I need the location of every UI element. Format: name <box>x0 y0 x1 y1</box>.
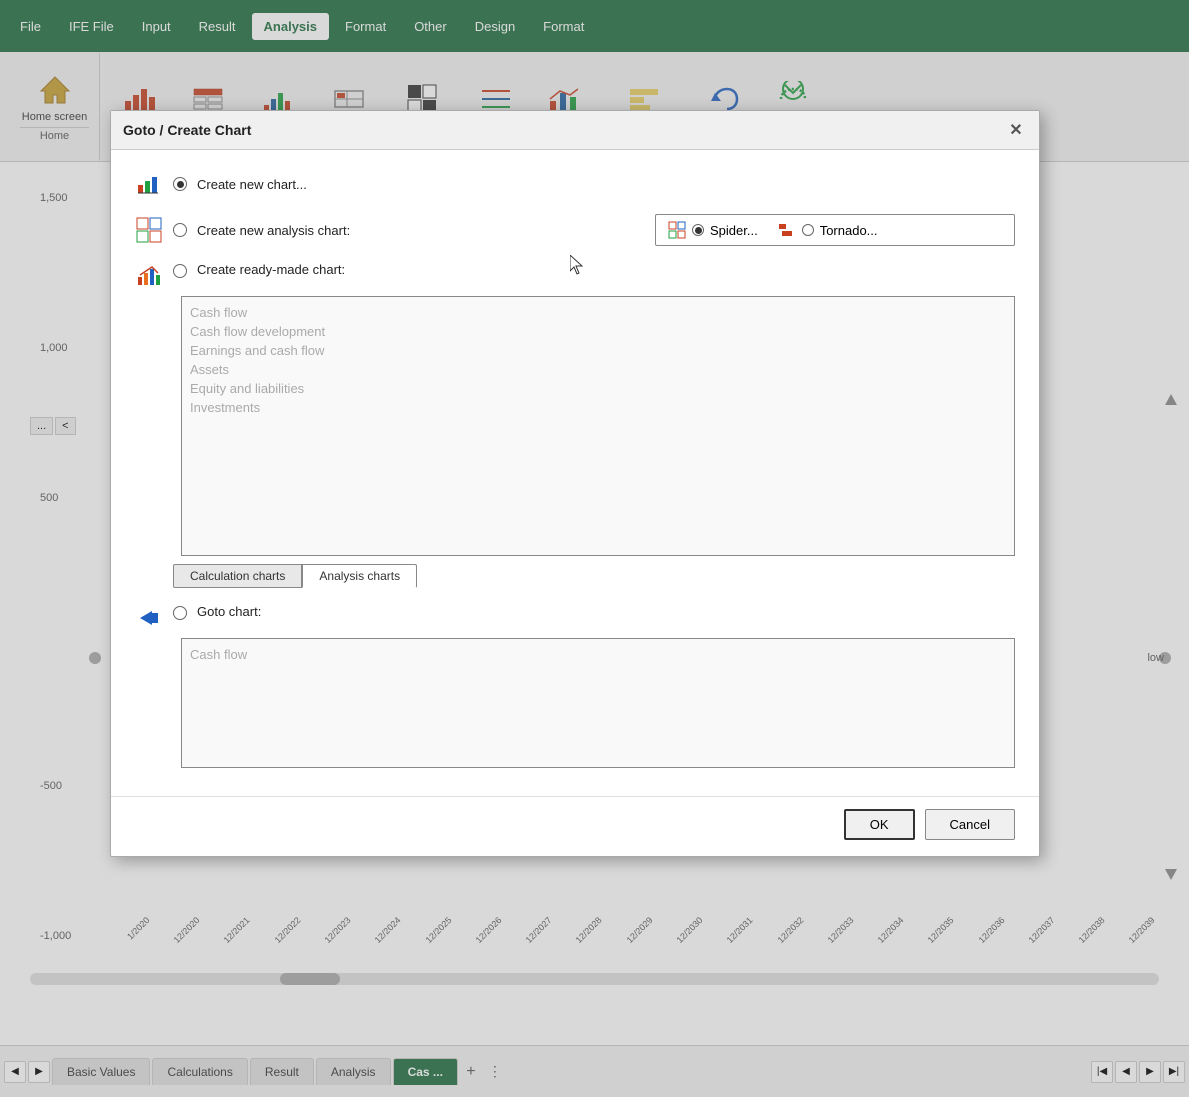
chart-type-tabs: Calculation charts Analysis charts <box>173 564 1015 588</box>
goto-create-chart-dialog: Goto / Create Chart ✕ Create new chart..… <box>110 110 1040 857</box>
analysis-sub-options: Spider... Tornado... <box>655 214 1015 246</box>
tornado-radio[interactable] <box>802 224 814 236</box>
create-analysis-chart-row: Create new analysis chart: Spider... <box>135 214 1015 246</box>
goto-chart-radio[interactable] <box>173 606 187 620</box>
dialog-title-bar: Goto / Create Chart ✕ <box>111 111 1039 150</box>
create-ready-made-row: Create ready-made chart: <box>135 262 1015 290</box>
tornado-label: Tornado... <box>820 223 878 238</box>
create-new-chart-row: Create new chart... <box>135 170 1015 198</box>
create-analysis-chart-label: Create new analysis chart: <box>197 223 350 238</box>
create-ready-made-radio[interactable] <box>173 264 187 278</box>
create-ready-made-label: Create ready-made chart: <box>197 262 345 277</box>
tab-calculation-charts[interactable]: Calculation charts <box>173 564 302 588</box>
goto-list[interactable]: Cash flow <box>181 638 1015 768</box>
tornado-icon <box>778 221 796 239</box>
list-item-assets[interactable]: Assets <box>190 360 1006 379</box>
dialog-close-button[interactable]: ✕ <box>1005 119 1027 141</box>
goto-chart-row: Goto chart: <box>135 604 1015 632</box>
tab-analysis-charts[interactable]: Analysis charts <box>302 564 417 588</box>
goto-chart-icon <box>135 604 163 632</box>
ok-button[interactable]: OK <box>844 809 915 840</box>
list-item-cash-flow[interactable]: Cash flow <box>190 303 1006 322</box>
create-new-chart-icon <box>135 170 163 198</box>
list-item-earnings[interactable]: Earnings and cash flow <box>190 341 1006 360</box>
goto-list-item-cash-flow[interactable]: Cash flow <box>190 645 1006 664</box>
dialog-title: Goto / Create Chart <box>123 122 251 138</box>
spider-icon <box>668 221 686 239</box>
list-item-cash-flow-dev[interactable]: Cash flow development <box>190 322 1006 341</box>
tornado-option[interactable]: Tornado... <box>778 221 878 239</box>
ready-made-list[interactable]: Cash flow Cash flow development Earnings… <box>181 296 1015 556</box>
spider-option[interactable]: Spider... <box>668 221 758 239</box>
create-new-chart-label: Create new chart... <box>197 177 307 192</box>
create-analysis-icon <box>135 216 163 244</box>
spider-radio[interactable] <box>692 224 704 236</box>
dialog-footer: OK Cancel <box>111 796 1039 856</box>
spider-label: Spider... <box>710 223 758 238</box>
goto-chart-label: Goto chart: <box>197 604 261 619</box>
list-item-equity[interactable]: Equity and liabilities <box>190 379 1006 398</box>
dialog-body: Create new chart... Create new analysis … <box>111 150 1039 796</box>
list-item-investments[interactable]: Investments <box>190 398 1006 417</box>
ready-made-icon <box>135 262 163 290</box>
cancel-button[interactable]: Cancel <box>925 809 1015 840</box>
create-new-chart-radio[interactable] <box>173 177 187 191</box>
create-analysis-chart-radio[interactable] <box>173 223 187 237</box>
